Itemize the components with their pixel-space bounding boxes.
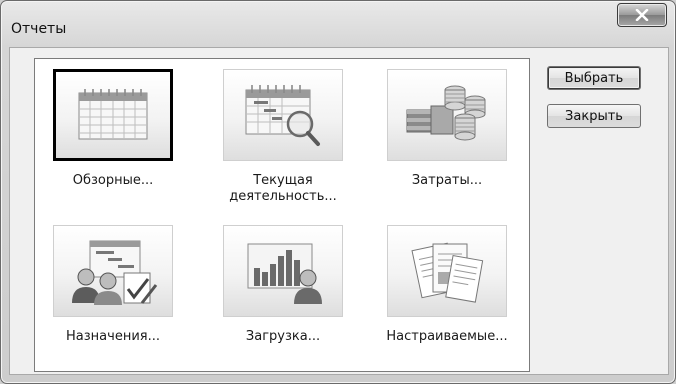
icon-frame bbox=[223, 225, 343, 317]
window-title: Отчеты bbox=[11, 21, 67, 37]
icon-frame bbox=[53, 225, 173, 317]
report-tile-label: Настраиваемые... bbox=[386, 329, 508, 344]
calendar-grid-icon bbox=[78, 89, 148, 140]
report-tile-label: Затраты... bbox=[411, 173, 483, 188]
icon-frame bbox=[223, 69, 343, 161]
report-tile-costs[interactable]: Затраты... bbox=[377, 65, 517, 215]
title-bar[interactable]: Отчеты bbox=[1, 1, 675, 47]
bar-chart-people-icon bbox=[247, 243, 322, 304]
report-tile-custom[interactable]: Настраиваемые... bbox=[377, 221, 517, 371]
report-tile-label: Обзорные... bbox=[72, 173, 154, 188]
report-tile-label: Назначения... bbox=[66, 329, 160, 344]
calendar-magnifier-icon bbox=[245, 85, 320, 146]
icon-frame bbox=[53, 69, 173, 161]
close-button[interactable]: Закрыть bbox=[547, 104, 641, 128]
report-tile-label: Текущая деятельность... bbox=[229, 173, 337, 204]
dialog-body: Обзорные... Текущая деятельность... Затр… bbox=[9, 47, 669, 375]
close-icon bbox=[635, 9, 649, 21]
people-assignment-icon bbox=[72, 240, 158, 305]
icon-frame bbox=[387, 225, 507, 317]
report-tile-label: Загрузка... bbox=[245, 329, 321, 344]
icon-frame bbox=[387, 69, 507, 161]
select-button[interactable]: Выбрать bbox=[547, 66, 641, 90]
documents-icon bbox=[411, 242, 484, 303]
reports-dialog: Отчеты Обзорные... Текущая деятельность.… bbox=[0, 0, 676, 384]
coin-stacks-icon bbox=[406, 85, 486, 141]
report-tile-current-activity[interactable]: Текущая деятельность... bbox=[213, 65, 353, 215]
report-tile-overview[interactable]: Обзорные... bbox=[43, 65, 183, 215]
close-window-button[interactable] bbox=[617, 3, 667, 27]
report-tile-assignments[interactable]: Назначения... bbox=[43, 221, 183, 371]
report-categories-list: Обзорные... Текущая деятельность... Затр… bbox=[34, 58, 530, 372]
report-tile-workload[interactable]: Загрузка... bbox=[213, 221, 353, 371]
